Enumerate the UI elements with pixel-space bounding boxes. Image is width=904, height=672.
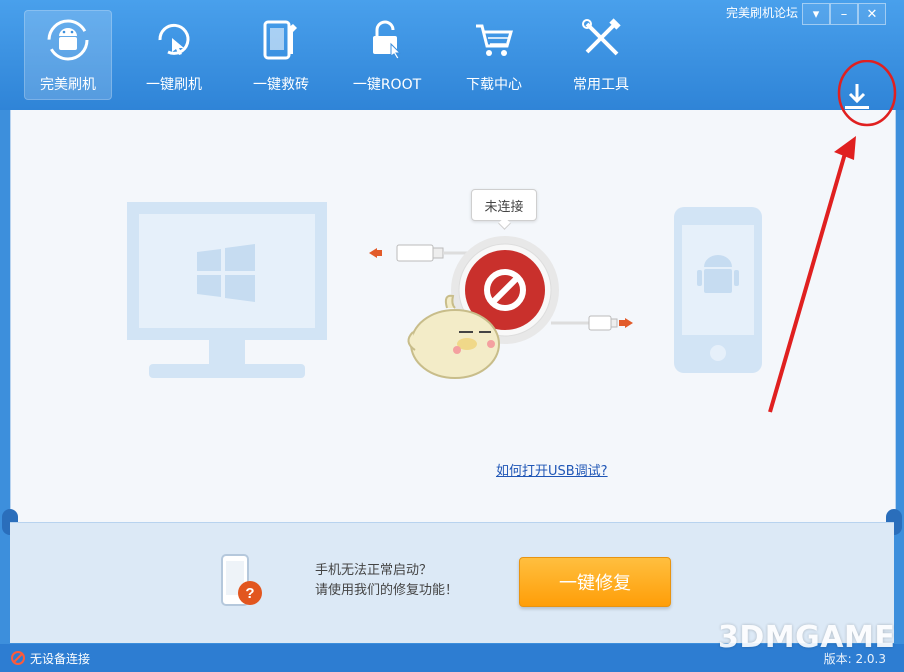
- tab-perfect-flash[interactable]: 完美刷机: [24, 10, 112, 100]
- touch-flash-icon: [158, 23, 190, 55]
- tab-one-click-root[interactable]: 一键ROOT: [343, 10, 431, 100]
- tab-label: 常用工具: [573, 77, 629, 93]
- brick-repair-icon: [263, 20, 297, 60]
- tools-icon: [582, 18, 621, 56]
- svg-text:?: ?: [245, 585, 254, 602]
- usb-debug-help-link[interactable]: 如何打开USB调试?: [496, 460, 608, 479]
- repair-hint-line2: 请使用我们的修复功能！: [315, 583, 459, 598]
- phone-device-icon: [674, 207, 762, 373]
- minimize-button[interactable]: –: [830, 3, 858, 25]
- computer-monitor-icon: [127, 202, 327, 378]
- no-device-icon: [11, 651, 25, 665]
- menu-button[interactable]: ▾: [802, 3, 830, 25]
- usb-plug-right-icon: [551, 315, 633, 331]
- tab-label: 一键ROOT: [352, 77, 422, 93]
- repair-hint-line1: 手机无法正常启动？: [315, 563, 433, 578]
- one-click-repair-button[interactable]: 一键修复: [519, 557, 671, 607]
- mascot-icon: [407, 294, 500, 379]
- connection-status-bubble: 未连接: [471, 189, 537, 221]
- unlock-icon: [373, 20, 402, 60]
- phone-help-icon: ?: [221, 554, 262, 606]
- annotation-arrow-icon: [768, 60, 897, 413]
- app-window: 完美刷机论坛 ▾ – ✕ 完美刷机 一键刷机 一键救砖 一键ROOT 下载中心 …: [0, 0, 904, 672]
- repair-hint: 手机无法正常启动？ 请使用我们的修复功能！: [315, 561, 458, 601]
- tab-download-center[interactable]: 下载中心: [450, 10, 538, 100]
- watermark-text: 3DMGAME: [718, 620, 896, 655]
- android-refresh-icon: [47, 19, 89, 61]
- tab-label: 一键刷机: [146, 77, 202, 93]
- device-status-text: 无设备连接: [30, 652, 91, 666]
- tab-common-tools[interactable]: 常用工具: [557, 10, 645, 100]
- cart-icon: [476, 24, 513, 56]
- forum-link[interactable]: 完美刷机论坛: [726, 4, 798, 21]
- tab-label: 下载中心: [466, 77, 522, 93]
- tab-label: 完美刷机: [40, 77, 96, 93]
- tab-label: 一键救砖: [253, 77, 309, 93]
- tab-one-click-flash[interactable]: 一键刷机: [130, 10, 218, 100]
- tab-unbrick[interactable]: 一键救砖: [237, 10, 325, 100]
- close-button[interactable]: ✕: [858, 3, 886, 25]
